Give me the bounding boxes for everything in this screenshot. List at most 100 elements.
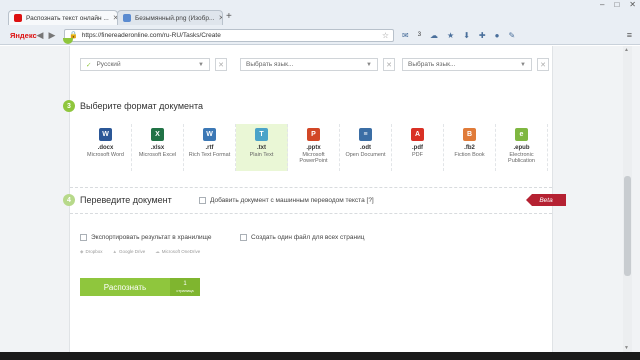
format-option[interactable]: ≡ .odt Open Document [340,124,392,171]
translate-label[interactable]: Добавить документ с машинным переводом т… [210,197,374,204]
checkmark-icon: ✓ [86,61,92,69]
format-name: PDF [412,152,423,158]
tab-finereader[interactable]: Распознать текст онлайн ... ✕ [8,10,118,25]
tab-title: Безымянный.png (Изобр... [135,14,215,22]
download-icon[interactable]: ⬇ [463,31,470,40]
scrollbar-thumb[interactable] [624,176,631,276]
single-file-checkbox[interactable] [240,234,247,241]
chevron-down-icon: ▼ [198,61,204,68]
window-controls: – □ ✕ [600,0,636,9]
storage-options: ◆ Dropbox ▲ Google Drive ☁ Microsoft OneDri… [80,249,200,255]
bottom-frame [0,352,640,360]
back-button[interactable]: ◀ [34,30,46,41]
format-ext: .odt [360,145,371,151]
language-select-3-placeholder: Выбрать язык... [408,61,456,68]
format-option[interactable]: W .docx Microsoft Word [80,124,132,171]
format-option[interactable]: e .epub Electronic Publication [496,124,548,171]
forward-button[interactable]: ▶ [46,30,58,41]
format-name: Rich Text Format [188,152,231,158]
pen-icon[interactable]: ✎ [508,31,515,40]
section-divider [70,213,552,214]
minimize-button[interactable]: – [600,0,604,9]
format-name: Plain Text [249,152,274,158]
weather-icon[interactable]: ☁ [430,31,438,40]
remove-language-3-button[interactable]: ✕ [537,58,549,71]
step-4-number: 4 [63,194,75,206]
format-option[interactable]: X .xlsx Microsoft Excel [132,124,184,171]
format-ext: .pptx [306,145,321,151]
remove-language-1-button[interactable]: ✕ [215,58,227,71]
yandex-logo[interactable]: Яндекс [10,31,37,40]
step-4-title: Переведите документ [80,195,172,205]
language-select-1[interactable]: ✓ Русский ▼ [80,58,210,71]
format-name: Microsoft Word [87,152,124,158]
google-drive-icon: ▲ [112,249,117,254]
storage-google-drive-label: Google Drive [118,249,146,254]
page-count-label: страница [176,288,194,293]
language-select-2-placeholder: Выбрать язык... [246,61,294,68]
format-option[interactable]: A .pdf PDF [392,124,444,171]
format-option[interactable]: P .pptx Microsoft PowerPoint [288,124,340,171]
format-option[interactable]: W .rtf Rich Text Format [184,124,236,171]
format-name: Microsoft PowerPoint [299,152,328,164]
bookmark-star-icon[interactable]: ☆ [382,31,389,40]
language-select-1-value: Русский [96,61,121,68]
format-option[interactable]: B .fb2 Fiction Book [444,124,496,171]
menu-icon[interactable]: ≡ [627,30,632,40]
format-option[interactable]: T .txt Plain Text [236,124,288,171]
format-name: Microsoft Excel [138,152,177,158]
epub-icon: e [515,128,528,141]
storage-onedrive-label: Microsoft OneDrive [161,249,201,254]
close-window-button[interactable]: ✕ [629,0,636,9]
rtf-icon: W [203,128,216,141]
toolbar-icons: ✉ 3 ☁ ★ ⬇ ✚ ● ✎ [402,31,515,40]
format-ext: .epub [513,145,530,151]
section-divider [70,187,552,188]
chat-icon[interactable]: ● [495,31,500,40]
translate-checkbox[interactable] [199,197,206,204]
format-name: Electronic Publication [508,152,535,164]
star-icon[interactable]: ★ [447,31,454,40]
scroll-up-icon[interactable]: ▲ [624,47,629,53]
format-name: Open Document [345,152,386,158]
url-text[interactable]: https://finereaderonline.com/ru-RU/Tasks… [82,32,378,39]
page-count: 1 [183,281,187,287]
format-ext: .pdf [412,145,423,151]
browser-toolbar: Яндекс ◀ ▶ 🔒 https://finereaderonline.co… [0,26,640,44]
export-storage-label[interactable]: Экспортировать результат в хранилище [91,234,212,241]
mail-icon[interactable]: ✉ [402,31,409,40]
remove-language-2-button[interactable]: ✕ [383,58,395,71]
format-ext: .fb2 [464,145,475,151]
storage-onedrive: ☁ Microsoft OneDrive [155,249,200,255]
page-counter: 1 страница [170,278,200,296]
format-ext: .xlsx [150,145,165,151]
close-tab-icon[interactable]: ✕ [214,14,222,22]
powerpoint-icon: P [307,128,320,141]
recognize-button[interactable]: Распознать 1 страница [80,278,200,296]
storage-google-drive: ▲ Google Drive [112,249,145,255]
language-select-3[interactable]: Выбрать язык... ▼ [402,58,532,71]
chevron-down-icon: ▼ [520,61,526,68]
dropbox-icon: ◆ [80,249,84,254]
format-list: W .docx Microsoft Word X .xlsx Microsoft Exce… [80,124,550,171]
tab-title: Распознать текст онлайн ... [26,14,109,22]
beta-badge: Beta [526,194,566,206]
language-select-2[interactable]: Выбрать язык... ▼ [240,58,378,71]
new-tab-button[interactable]: + [226,11,232,22]
scroll-down-icon[interactable]: ▼ [624,345,629,351]
export-storage-checkbox[interactable] [80,234,87,241]
maximize-button[interactable]: □ [614,0,619,9]
mail-count: 3 [417,32,422,38]
puzzle-icon[interactable]: ✚ [479,31,486,40]
page-scrollbar[interactable]: ▲ ▼ [623,46,632,352]
onedrive-icon: ☁ [155,249,160,254]
address-bar[interactable]: 🔒 https://finereaderonline.com/ru-RU/Tas… [64,28,394,42]
format-name: Fiction Book [454,152,485,158]
format-ext: .docx [97,145,114,151]
word-icon: W [99,128,112,141]
single-file-label[interactable]: Создать один файл для всех страниц [251,234,364,241]
browser-chrome: Распознать текст онлайн ... ✕ Безымянный… [0,0,640,45]
tab-image[interactable]: Безымянный.png (Изобр... ✕ [117,10,223,25]
step-3-title: Выберите формат документа [80,101,204,111]
odt-icon: ≡ [359,128,372,141]
